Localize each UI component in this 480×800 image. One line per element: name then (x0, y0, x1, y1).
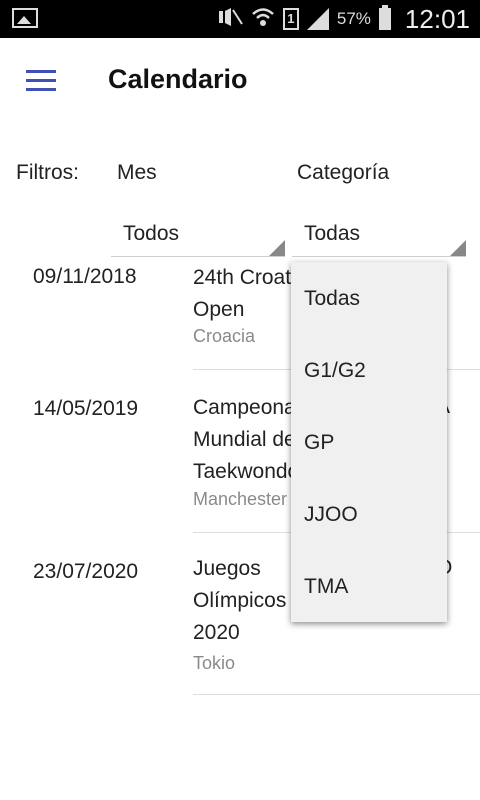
dropdown-option-g1-g2[interactable]: G1/G2 (291, 334, 447, 406)
status-bar: 1 57% 12:01 (0, 0, 480, 38)
filters-label: Filtros: (16, 161, 79, 184)
event-location: Croacia (193, 326, 256, 346)
category-dropdown-menu: Todas G1/G2 GP JJOO TMA (291, 262, 447, 622)
event-location: Tokio (193, 653, 236, 673)
battery-icon (378, 5, 391, 30)
month-filter-label: Mes (117, 161, 157, 184)
dropdown-arrow-icon (269, 240, 285, 256)
event-date: 14/05/2019 (33, 397, 139, 420)
category-spinner[interactable]: Todas (292, 212, 466, 257)
app-bar: Calendario (0, 38, 480, 124)
battery-percentage: 57% (336, 9, 371, 28)
divider (193, 694, 480, 695)
category-spinner-value: Todas (304, 222, 361, 245)
clock: 12:01 (404, 3, 470, 34)
status-icons: 1 57% 12:01 (217, 0, 470, 38)
category-filter-label: Categoría (297, 161, 390, 184)
month-spinner[interactable]: Todos (111, 212, 285, 257)
event-date: 23/07/2020 (33, 560, 139, 583)
wifi-icon (251, 6, 275, 33)
dropdown-option-jjoo[interactable]: JJOO (291, 478, 447, 550)
mute-icon (217, 7, 243, 32)
signal-icon (306, 8, 329, 30)
hamburger-menu-icon[interactable] (26, 70, 56, 92)
dropdown-option-todas[interactable]: Todas (291, 262, 447, 334)
dropdown-option-gp[interactable]: GP (291, 406, 447, 478)
month-spinner-value: Todos (123, 222, 180, 245)
event-location: Manchester (193, 489, 288, 509)
dropdown-arrow-icon (450, 240, 466, 256)
image-icon (12, 8, 38, 28)
event-date: 09/11/2018 (33, 265, 137, 288)
page-title: Calendario (108, 64, 248, 94)
sim-icon: 1 (282, 8, 299, 30)
dropdown-option-tma[interactable]: TMA (291, 550, 447, 622)
